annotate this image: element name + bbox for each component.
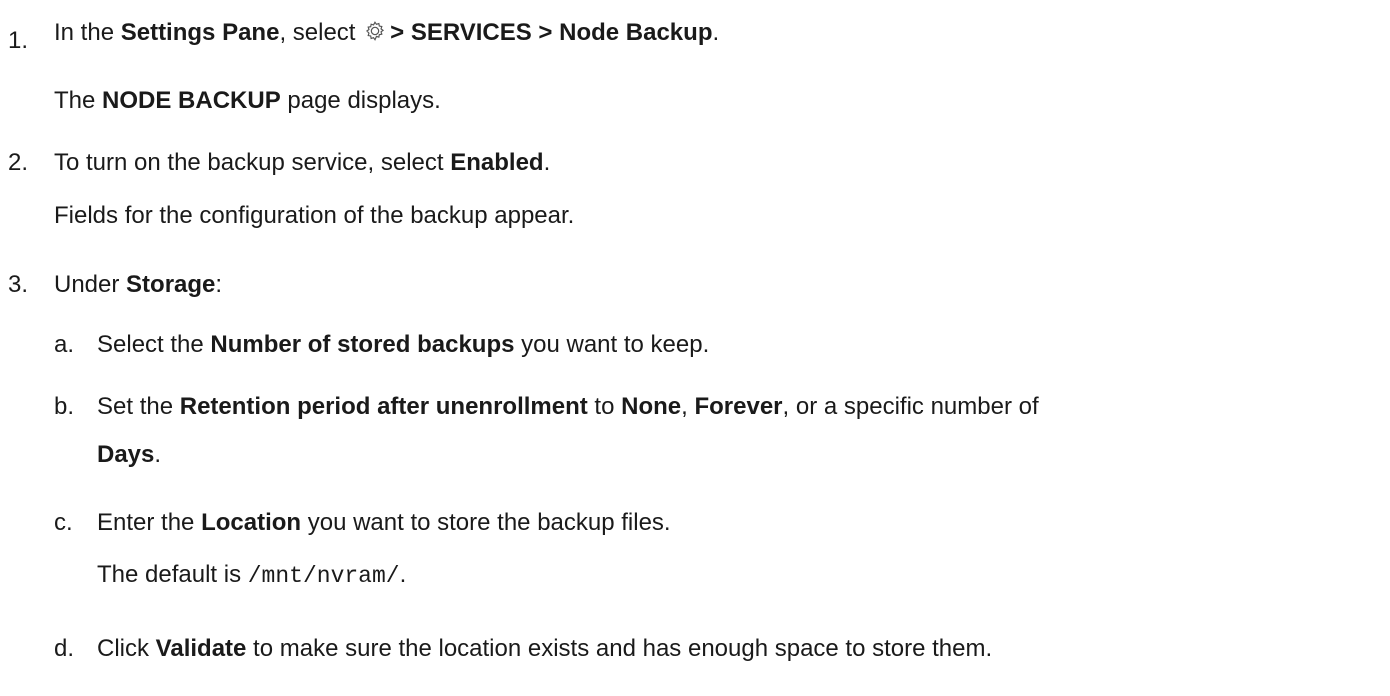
text: . — [543, 149, 551, 176]
retention-period-label: Retention period after unenrollment — [179, 393, 588, 420]
text: Set the — [97, 393, 180, 420]
text: to make sure the location exists and has… — [246, 635, 993, 662]
text: to — [587, 393, 622, 420]
text: In the — [54, 19, 121, 46]
step-1-result: The NODE BACKUP page displays. — [54, 86, 441, 116]
text: , select — [279, 19, 363, 46]
substep-a-text: Select the Number of stored backups you … — [97, 330, 709, 360]
number-of-stored-backups-label: Number of stored backups — [210, 331, 515, 358]
node-backup-page-name: NODE BACKUP — [102, 87, 281, 114]
days-option: Days — [97, 441, 155, 468]
substep-c-text: Enter the Location you want to store the… — [97, 508, 671, 538]
step-3-text: Under Storage: — [54, 270, 222, 300]
text: . — [399, 561, 407, 588]
enabled-label: Enabled — [450, 149, 544, 176]
text: The — [54, 87, 103, 114]
text: you want to store the backup files. — [301, 509, 671, 536]
location-label: Location — [201, 509, 302, 536]
forever-option: Forever — [694, 393, 783, 420]
text: The default is — [97, 561, 248, 588]
validate-label: Validate — [155, 635, 247, 662]
step-number: 1. — [8, 27, 29, 54]
step-number: 2. — [8, 149, 29, 176]
substep-b-text: Set the Retention period after unenrollm… — [97, 392, 1039, 422]
text: To turn on the backup service, select — [54, 149, 451, 176]
instruction-document: 1. In the Settings Pane, select > SERVIC… — [0, 0, 1390, 696]
default-path: /mnt/nvram/ — [247, 563, 400, 589]
gear-icon — [364, 20, 386, 42]
text: : — [215, 271, 223, 298]
text: Under — [54, 271, 127, 298]
substep-letter: d. — [54, 635, 75, 662]
step-1-text: In the Settings Pane, select > SERVICES … — [54, 18, 719, 48]
none-option: None — [621, 393, 682, 420]
text: you want to keep. — [514, 331, 710, 358]
substep-d-text: Click Validate to make sure the location… — [97, 634, 992, 664]
text: , — [681, 393, 695, 420]
storage-label: Storage — [126, 271, 216, 298]
text: page displays. — [280, 87, 441, 114]
text: . — [154, 441, 162, 468]
text: . — [712, 19, 720, 46]
services-node-backup-path: > SERVICES > Node Backup — [390, 19, 713, 46]
text: Enter the — [97, 509, 202, 536]
step-number: 3. — [8, 271, 29, 298]
substep-letter: c. — [54, 509, 73, 536]
substep-c-default: The default is /mnt/nvram/. — [97, 560, 406, 591]
settings-pane-label: Settings Pane — [120, 19, 280, 46]
substep-letter: a. — [54, 331, 75, 358]
text: , or a specific number of — [782, 393, 1039, 420]
substep-letter: b. — [54, 393, 75, 420]
text: Click — [97, 635, 156, 662]
text: Select the — [97, 331, 211, 358]
substep-b-continued: Days. — [97, 440, 161, 470]
step-2-text: To turn on the backup service, select En… — [54, 148, 550, 178]
step-2-result: Fields for the configuration of the back… — [54, 202, 575, 229]
